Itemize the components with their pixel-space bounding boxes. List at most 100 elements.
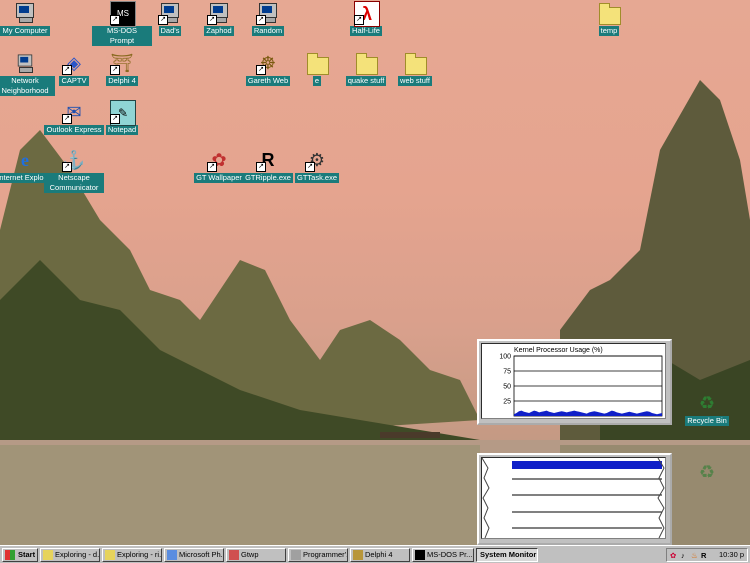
- taskbar-button-system-monitor[interactable]: System Monitor: [476, 548, 538, 562]
- icon-label: GTRipple.exe: [243, 173, 293, 183]
- ie-icon: e: [21, 150, 29, 170]
- gttask-shortcut[interactable]: ⚙ ↗ GTTask.exe: [287, 148, 347, 183]
- gear-icon: ⚙ ↗: [305, 148, 329, 172]
- icon-label: Netscape Communicator: [44, 173, 104, 193]
- taskbar-button-label: Delphi 4: [365, 550, 393, 559]
- glitch-chart-svg: [481, 457, 665, 539]
- netscape-shortcut[interactable]: ⚓ ↗ Netscape Communicator: [44, 148, 104, 193]
- palette-tray-icon[interactable]: ✿: [670, 550, 676, 562]
- random-shortcut[interactable]: ↗ Random: [238, 1, 298, 36]
- notepad-shortcut[interactable]: ✎ ↗ Notepad: [92, 100, 152, 135]
- msdos-icon: [415, 550, 425, 560]
- taskbar-button-label: Exploring - d...: [55, 550, 100, 559]
- explorer-icon: [105, 550, 115, 560]
- ripple-tray-icon[interactable]: R: [701, 550, 706, 562]
- icon-label: Gareth Web: [245, 76, 291, 86]
- taskbar-button-label: MS-DOS Pr...: [427, 550, 473, 559]
- web-stuff-folder[interactable]: web stuff: [385, 51, 445, 86]
- desktop[interactable]: My Computer MS ↗ MS-DOS Prompt ↗ Dad's ↗ …: [0, 0, 750, 545]
- taskbar-button-label: Microsoft Ph...: [179, 550, 224, 559]
- volume-tray-icon[interactable]: ♪: [681, 550, 685, 562]
- taskbar-button-delphi-4[interactable]: Delphi 4: [350, 548, 410, 562]
- taskbar-button-label: Exploring - ri...: [117, 550, 162, 559]
- clock[interactable]: 10:30 p: [719, 549, 744, 561]
- system-monitor-glitch-window[interactable]: [477, 453, 672, 545]
- windows-logo-icon: [5, 550, 15, 560]
- kernel-usage-chart: Kernel Processor Usage (%) 100 75 50 25: [481, 343, 666, 419]
- y-tick-label: 25: [503, 399, 511, 406]
- taskbar-button-microsoft-ph[interactable]: Microsoft Ph...: [164, 548, 224, 562]
- computer-icon: ↗: [207, 1, 231, 25]
- glitch-band: [512, 461, 662, 469]
- computer-icon: ↗: [158, 1, 182, 25]
- notepad-icon: ✎ ↗: [110, 100, 136, 126]
- recycle-bin-icon: ♻: [698, 393, 716, 413]
- icon-label: GTTask.exe: [294, 173, 339, 183]
- programmer-icon: [291, 550, 301, 560]
- taskbar-button-msdos[interactable]: MS-DOS Pr...: [412, 548, 474, 562]
- my-computer-shortcut[interactable]: My Computer: [0, 1, 55, 36]
- flame-tray-icon[interactable]: ♨: [691, 550, 698, 562]
- icon-label: Recycle Bin: [685, 416, 729, 426]
- icon-label: Random: [251, 26, 285, 36]
- y-tick-label: 50: [503, 384, 511, 391]
- msdos-icon: MS ↗: [110, 1, 136, 27]
- icon-label: Dad's: [158, 26, 182, 36]
- system-monitor-window[interactable]: Kernel Processor Usage (%) 100 75 50 25: [477, 339, 672, 425]
- network-icon: [13, 51, 37, 75]
- taskbar-button-programmer[interactable]: Programmer'...: [288, 548, 348, 562]
- icon-label: GT Wallpaper: [194, 173, 244, 183]
- taskbar-button-exploring-d[interactable]: Exploring - d...: [40, 548, 100, 562]
- netscape-icon: ⚓ ↗: [62, 150, 86, 172]
- temp-folder[interactable]: temp: [579, 1, 639, 36]
- recycle-bin[interactable]: ♻ Recycle Bin: [677, 391, 737, 426]
- start-label: Start: [18, 550, 36, 559]
- taskbar-button-exploring-ri[interactable]: Exploring - ri...: [102, 548, 162, 562]
- icon-label: My Computer: [0, 26, 50, 36]
- recycle-bin-icon: ♻: [698, 462, 716, 482]
- folder-icon: [305, 51, 329, 75]
- captv-icon: ◈ ↗: [62, 51, 86, 75]
- ripple-icon: R ↗: [256, 148, 280, 172]
- icon-label: Notepad: [105, 125, 139, 135]
- taskbar-button-label: Programmer'...: [303, 550, 348, 559]
- delphi-4-shortcut[interactable]: ⛩ ↗ Delphi 4: [92, 51, 152, 86]
- icon-label: temp: [598, 26, 620, 36]
- usage-area: [514, 410, 662, 416]
- half-life-shortcut[interactable]: λ ↗ Half-Life: [336, 1, 396, 36]
- photo-editor-icon: [167, 550, 177, 560]
- folder-icon: [597, 1, 621, 25]
- y-tick-label: 100: [499, 354, 511, 361]
- delphi-icon: ⛩ ↗: [110, 53, 134, 75]
- y-tick-label: 75: [503, 369, 511, 376]
- icon-label: Zaphod: [204, 26, 234, 36]
- computer-icon: ↗: [256, 1, 280, 25]
- icon-label: quake stuff: [345, 76, 387, 86]
- glitch-noise: [657, 457, 665, 539]
- recycle-bin-drag-ghost: ♻: [677, 452, 737, 485]
- half-life-icon: λ ↗: [354, 1, 380, 27]
- folder-icon: [354, 51, 378, 75]
- gtwp-icon: [229, 550, 239, 560]
- start-button[interactable]: Start: [2, 548, 38, 562]
- folder-icon: [403, 51, 427, 75]
- icon-label: e: [312, 76, 322, 86]
- icon-label: CAPTV: [59, 76, 89, 86]
- icon-label: Delphi 4: [106, 76, 138, 86]
- outlook-icon: ✉ ↗: [62, 100, 86, 124]
- computer-icon: [13, 1, 37, 25]
- kernel-usage-chart-svg: Kernel Processor Usage (%) 100 75 50 25: [499, 347, 663, 417]
- taskbar-button-label: Gtwp: [241, 550, 259, 559]
- glitch-noise: [481, 457, 490, 539]
- ship-wheel-icon: ☸ ↗: [256, 51, 280, 75]
- taskbar-button-gtwp[interactable]: Gtwp: [226, 548, 286, 562]
- glitch-chart: [481, 457, 666, 539]
- delphi-icon: [353, 550, 363, 560]
- taskbar: Start Exploring - d... Exploring - ri...…: [0, 545, 750, 563]
- icon-label: Half-Life: [350, 26, 382, 36]
- chart-title: Kernel Processor Usage (%): [514, 347, 603, 354]
- explorer-icon: [43, 550, 53, 560]
- icon-label: web stuff: [398, 76, 432, 86]
- palette-icon: ✿ ↗: [207, 148, 231, 172]
- taskbar-button-label: System Monitor: [480, 550, 537, 559]
